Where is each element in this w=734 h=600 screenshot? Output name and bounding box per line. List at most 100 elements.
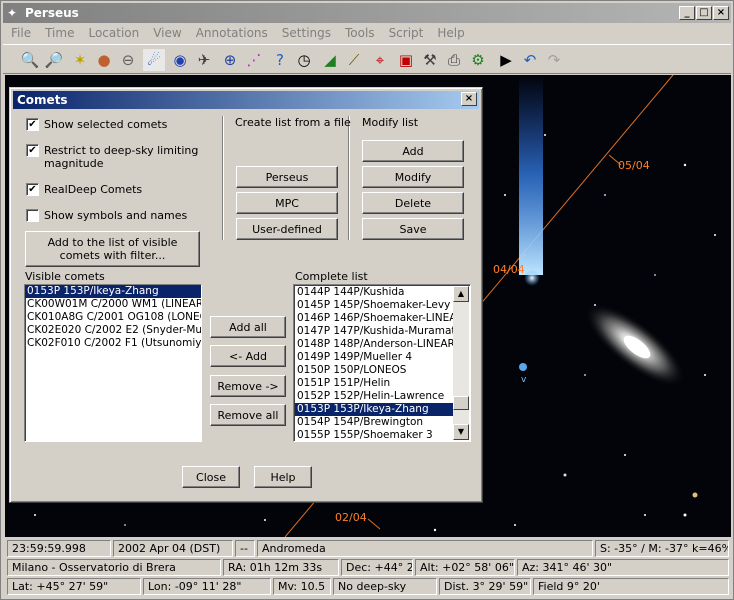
close-window-button[interactable]: × xyxy=(713,6,729,20)
print-icon[interactable]: ⎙ xyxy=(443,49,465,71)
mpc-button[interactable]: MPC xyxy=(236,192,338,214)
comet-icon[interactable]: ☄ xyxy=(143,49,165,71)
lock-icon[interactable]: ⌖ xyxy=(369,49,391,71)
status-lat: Lat: +45° 27' 59" xyxy=(7,578,141,595)
monitor-icon[interactable]: ▣ xyxy=(395,49,417,71)
menu-annotations[interactable]: Annotations xyxy=(188,23,274,40)
list-item[interactable]: 0152P 152P/Helin-Lawrence xyxy=(295,390,453,403)
help-button[interactable]: Help xyxy=(254,466,312,488)
add-all-button[interactable]: Add all xyxy=(210,316,286,338)
horizon-icon[interactable]: ◢ xyxy=(319,49,341,71)
app-title: Perseus xyxy=(25,6,79,20)
undo-icon[interactable]: ↶ xyxy=(519,49,541,71)
menu-help[interactable]: Help xyxy=(429,23,470,40)
date-label-0204: 02/04 xyxy=(335,511,367,524)
comet-tail xyxy=(519,75,543,275)
complete-list-scrollbar[interactable]: ▲ ▼ xyxy=(453,286,469,440)
status-location: Milano - Osservatorio di Brera xyxy=(7,559,221,576)
checkbox-label: RealDeep Comets xyxy=(44,183,143,196)
list-item[interactable]: 0147P 147P/Kushida-Muramatsu xyxy=(295,325,468,338)
list-item[interactable]: CK00W01M C/2000 WM1 (LINEAR) xyxy=(25,298,201,311)
star-v-label: v xyxy=(521,375,527,385)
list-item[interactable]: 0146P 146P/Shoemaker-LINEAR xyxy=(295,312,464,325)
dialog-title: Comets xyxy=(17,93,68,107)
menu-file[interactable]: File xyxy=(3,23,37,40)
status-az: Az: 341° 46' 30" xyxy=(517,559,729,576)
settings-icon[interactable]: ⚙ xyxy=(467,49,489,71)
add-visible-filter-button[interactable]: Add to the list of visible comets with f… xyxy=(25,231,200,267)
visible-comets-list[interactable]: 0153P 153P/Ikeya-Zhang CK00W01M C/2000 W… xyxy=(24,284,202,442)
help-query-icon[interactable]: ? xyxy=(269,49,291,71)
play-icon[interactable]: ▶ xyxy=(495,49,517,71)
list-item[interactable]: 0148P 148P/Anderson-LINEAR xyxy=(295,338,455,351)
menu-view[interactable]: View xyxy=(145,23,187,40)
constellation-icon[interactable]: ⋰ xyxy=(243,49,265,71)
add-button[interactable]: Add xyxy=(362,140,464,162)
status-date: 2002 Apr 04 (DST) xyxy=(113,540,233,557)
star-icon[interactable]: ✶ xyxy=(69,49,91,71)
dialog-close-icon[interactable]: × xyxy=(461,92,477,106)
complete-comets-list[interactable]: 0144P 144P/Kushida 0145P 145P/Shoemaker-… xyxy=(293,284,471,442)
list-item[interactable]: 0150P 150P/LONEOS xyxy=(295,364,453,377)
list-item[interactable]: CK02E020 C/2002 E2 (Snyder-Mural xyxy=(25,324,201,337)
perseus-app-icon: ✦ xyxy=(7,6,18,20)
menu-bar: File Time Location View Annotations Settings T… xyxy=(3,23,731,43)
list-item[interactable]: 0153P 153P/Ikeya-Zhang xyxy=(25,285,201,298)
list-item[interactable]: 0155P 155P/Shoemaker 3 xyxy=(295,429,453,441)
clock-icon[interactable]: ◷ xyxy=(293,49,315,71)
zoom-out-icon[interactable]: 🔎 xyxy=(43,49,65,71)
scroll-thumb[interactable] xyxy=(453,396,469,410)
list-item[interactable]: CK010A8G C/2001 OG108 (LONEO xyxy=(25,311,201,324)
menu-settings[interactable]: Settings xyxy=(274,23,337,40)
comets-dialog: Comets × ✔ Show selected comets ✔ Restri… xyxy=(9,87,483,503)
status-row-1: 23:59:59.998 2002 Apr 04 (DST) -- Androm… xyxy=(5,539,731,558)
scroll-up-icon[interactable]: ▲ xyxy=(453,286,469,302)
title-bar[interactable]: ✦ Perseus _ □ × xyxy=(3,3,731,23)
menu-tools[interactable]: Tools xyxy=(337,23,381,40)
checkbox-box[interactable]: ✔ xyxy=(26,183,39,196)
menu-time[interactable]: Time xyxy=(37,23,80,40)
list-item[interactable]: 0151P 151P/Helin xyxy=(295,377,453,390)
dialog-title-bar[interactable]: Comets × xyxy=(13,91,479,109)
perseus-button[interactable]: Perseus xyxy=(236,166,338,188)
create-list-title: Create list from a file xyxy=(235,116,351,129)
list-item[interactable]: 0153P 153P/Ikeya-Zhang xyxy=(295,403,453,416)
user-defined-button[interactable]: User-defined xyxy=(236,218,338,240)
date-label-0404: 04/04 xyxy=(493,263,525,276)
checkbox-box[interactable]: ✔ xyxy=(26,144,39,157)
list-item[interactable]: 0144P 144P/Kushida xyxy=(295,286,453,299)
status-ra: RA: 01h 12m 33s xyxy=(223,559,339,576)
delete-button[interactable]: Delete xyxy=(362,192,464,214)
save-button[interactable]: Save xyxy=(362,218,464,240)
galaxy-icon[interactable]: ◉ xyxy=(169,49,191,71)
checkbox-box[interactable]: ✔ xyxy=(26,118,39,131)
grid-globe-icon[interactable]: ⊕ xyxy=(219,49,241,71)
satellite-icon[interactable]: ⊖ xyxy=(117,49,139,71)
minimize-button[interactable]: _ xyxy=(679,6,695,20)
status-alt: Alt: +02° 58' 06" xyxy=(415,559,515,576)
list-item[interactable]: 0154P 154P/Brewington xyxy=(295,416,453,429)
scroll-down-icon[interactable]: ▼ xyxy=(453,424,469,440)
close-button[interactable]: Close xyxy=(182,466,240,488)
separator-2 xyxy=(348,116,350,240)
zoom-in-icon[interactable]: 🔍 xyxy=(19,49,41,71)
planet-icon[interactable]: ● xyxy=(93,49,115,71)
star-v-marker xyxy=(519,363,527,371)
meteor-icon[interactable]: ✈ xyxy=(193,49,215,71)
telescope-icon[interactable]: ⟋ xyxy=(343,49,365,71)
list-item[interactable]: CK02F010 C/2002 F1 (Utsunomiya) xyxy=(25,337,201,350)
comet-head[interactable] xyxy=(524,270,540,286)
checkbox-box[interactable] xyxy=(26,209,39,222)
tools-icon[interactable]: ⚒ xyxy=(419,49,441,71)
maximize-button[interactable]: □ xyxy=(696,6,712,20)
modify-button[interactable]: Modify xyxy=(362,166,464,188)
remove-right-button[interactable]: Remove -> xyxy=(210,375,286,397)
list-item[interactable]: 0149P 149P/Mueller 4 xyxy=(295,351,453,364)
list-item[interactable]: 0145P 145P/Shoemaker-Levy 5 xyxy=(295,299,460,312)
remove-all-button[interactable]: Remove all xyxy=(210,404,286,426)
status-deep-sky: No deep-sky xyxy=(333,578,437,595)
add-left-button[interactable]: <- Add xyxy=(210,345,286,367)
redo-icon[interactable]: ↷ xyxy=(543,49,565,71)
menu-script[interactable]: Script xyxy=(381,23,430,40)
menu-location[interactable]: Location xyxy=(80,23,145,40)
